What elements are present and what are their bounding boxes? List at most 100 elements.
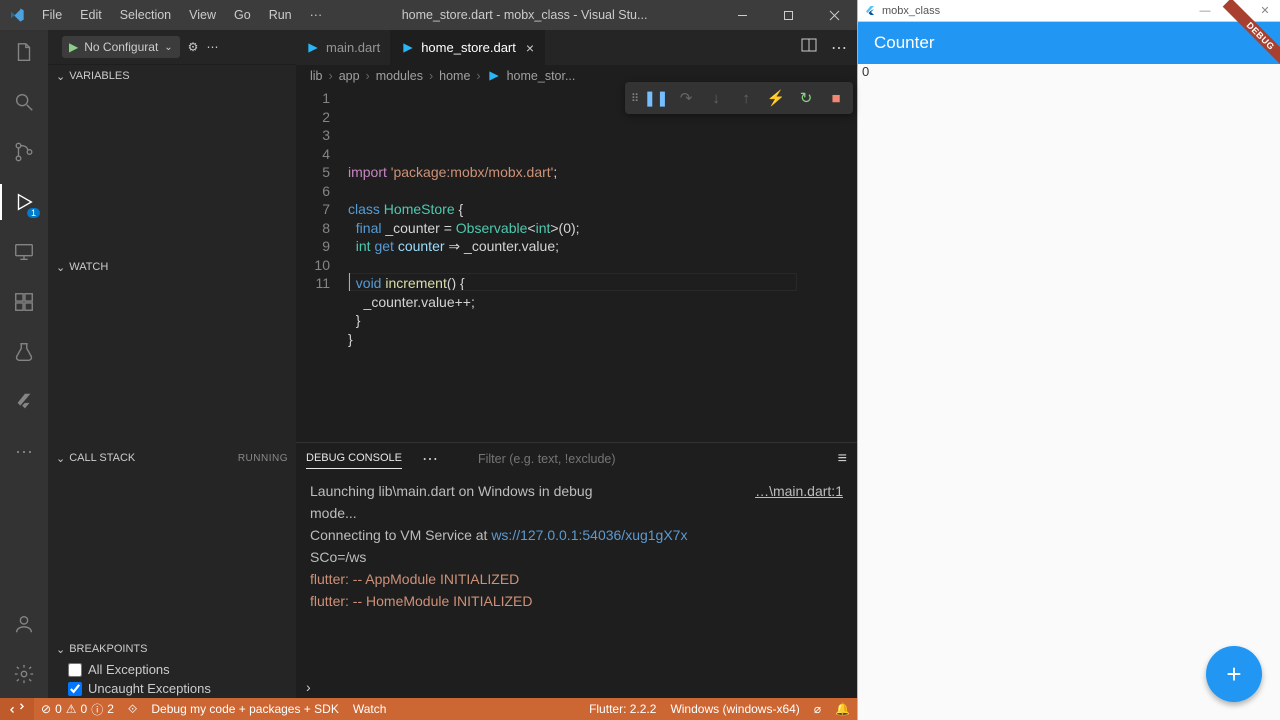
debug-target-icon[interactable]: ⟐ xyxy=(121,702,144,717)
more-actions-icon[interactable]: ⋯ xyxy=(206,40,218,54)
chevron-down-icon: ⌄ xyxy=(56,452,65,465)
increment-fab[interactable]: + xyxy=(1206,646,1262,702)
code-content[interactable]: import 'package:mobx/mobx.dart'; class H… xyxy=(348,87,857,442)
menu-view[interactable]: View xyxy=(181,4,224,26)
plus-icon: + xyxy=(1226,659,1241,690)
menu-go[interactable]: Go xyxy=(226,4,259,26)
run-debug-icon[interactable]: 1 xyxy=(10,188,38,216)
testing-icon[interactable] xyxy=(10,338,38,366)
tab-main-dart[interactable]: main.dart xyxy=(296,30,391,65)
editor-tabs: main.dart home_store.dart × ⋯ xyxy=(296,30,857,65)
platform-status[interactable]: Windows (windows-x64) xyxy=(663,702,806,716)
console-output[interactable]: …\main.dart:1Launching lib\main.dart on … xyxy=(296,474,857,676)
chevron-down-icon: ⌄ xyxy=(56,261,65,274)
bp-uncaught-exceptions[interactable]: Uncaught Exceptions xyxy=(48,679,296,698)
panel-more-icon[interactable]: ⋯ xyxy=(422,449,438,469)
vscode-logo-icon xyxy=(0,7,34,23)
flutter-body: 0 + xyxy=(858,64,1280,720)
flutter-logo-icon xyxy=(864,5,876,17)
watch-section[interactable]: ⌄WATCH xyxy=(48,256,296,278)
maximize-button[interactable] xyxy=(765,0,811,30)
minimize-button[interactable] xyxy=(719,0,765,30)
vscode-window: File Edit Selection View Go Run ··· home… xyxy=(0,0,857,720)
stop-button[interactable]: ■ xyxy=(825,87,847,109)
gear-icon[interactable]: ⚙ xyxy=(188,40,199,54)
menu-edit[interactable]: Edit xyxy=(72,4,110,26)
hot-reload-button[interactable]: ⚡ xyxy=(765,87,787,109)
account-icon[interactable] xyxy=(10,610,38,638)
window-title: home_store.dart - mobx_class - Visual St… xyxy=(330,8,719,22)
feedback-icon[interactable]: ⌀ xyxy=(807,702,828,716)
search-icon[interactable] xyxy=(10,88,38,116)
debug-config-status[interactable]: Debug my code + packages + SDK xyxy=(144,702,345,716)
remote-indicator[interactable] xyxy=(0,698,34,720)
appbar-title: Counter xyxy=(874,33,934,53)
fw-close-button[interactable]: ✕ xyxy=(1250,4,1280,17)
problems-status[interactable]: ⊘0 ⚠0 ⓘ2 xyxy=(34,701,121,718)
menu-more[interactable]: ··· xyxy=(302,4,331,26)
explorer-icon[interactable] xyxy=(10,38,38,66)
flutter-version-status[interactable]: Flutter: 2.2.2 xyxy=(582,702,663,716)
error-icon: ⊘ xyxy=(41,702,51,716)
variables-section[interactable]: ⌄VARIABLES xyxy=(48,65,296,87)
step-over-button[interactable]: ↷ xyxy=(675,87,697,109)
chevron-down-icon: ⌄ xyxy=(56,70,65,83)
console-filter-input[interactable] xyxy=(478,452,812,466)
callstack-section[interactable]: ⌄CALL STACKRUNNING xyxy=(48,447,296,469)
close-button[interactable] xyxy=(811,0,857,30)
breakpoints-section[interactable]: ⌄BREAKPOINTS xyxy=(48,638,296,660)
checkbox[interactable] xyxy=(68,682,82,696)
warning-icon: ⚠ xyxy=(66,702,77,716)
flutter-icon[interactable] xyxy=(10,388,38,416)
dart-file-icon xyxy=(306,41,320,55)
restart-button[interactable]: ↻ xyxy=(795,87,817,109)
info-icon: ⓘ xyxy=(91,701,103,718)
flutter-window-title: mobx_class xyxy=(882,5,940,17)
flutter-window-titlebar: mobx_class — ▢ ✕ xyxy=(858,0,1280,22)
debug-console-tab[interactable]: DEBUG CONSOLE xyxy=(306,448,402,469)
tab-home-store-dart[interactable]: home_store.dart × xyxy=(391,30,545,65)
status-bar: ⊘0 ⚠0 ⓘ2 ⟐ Debug my code + packages + SD… xyxy=(0,698,857,720)
run-config-label: No Configurat xyxy=(84,40,158,54)
play-icon: ▶ xyxy=(69,40,78,54)
dart-file-icon xyxy=(487,69,501,83)
watch-status[interactable]: Watch xyxy=(346,702,394,716)
step-out-button[interactable]: ↑ xyxy=(735,87,757,109)
notifications-icon[interactable]: 🔔 xyxy=(828,702,857,716)
chevron-down-icon: ⌄ xyxy=(56,643,65,656)
close-tab-icon[interactable]: × xyxy=(526,40,534,56)
editor-area: main.dart home_store.dart × ⋯ lib› app› … xyxy=(296,30,857,698)
menu-run[interactable]: Run xyxy=(261,4,300,26)
step-into-button[interactable]: ↓ xyxy=(705,87,727,109)
more-tab-actions-icon[interactable]: ⋯ xyxy=(831,38,847,58)
settings-icon[interactable] xyxy=(10,660,38,688)
code-editor[interactable]: 1234567891011 import 'package:mobx/mobx.… xyxy=(296,87,857,442)
chevron-down-icon: ⌄ xyxy=(164,42,172,53)
remote-explorer-icon[interactable] xyxy=(10,238,38,266)
debug-panel: DEBUG CONSOLE ⋯ ≡ …\main.dart:1Launching… xyxy=(296,442,857,698)
menu-file[interactable]: File xyxy=(34,4,70,26)
source-control-icon[interactable] xyxy=(10,138,38,166)
drag-handle-icon[interactable]: ⠿ xyxy=(631,92,637,105)
menu-selection[interactable]: Selection xyxy=(112,4,179,26)
flutter-appbar: Counter DEBUG xyxy=(858,22,1280,64)
activity-bar: 1 ⋯ xyxy=(0,30,48,698)
bp-all-exceptions[interactable]: All Exceptions xyxy=(48,660,296,679)
debug-toolbar[interactable]: ⠿ ❚❚ ↷ ↓ ↑ ⚡ ↻ ■ xyxy=(625,82,853,114)
run-config-selector[interactable]: ▶ No Configurat ⌄ xyxy=(62,36,180,58)
checkbox[interactable] xyxy=(68,663,82,677)
fw-minimize-button[interactable]: — xyxy=(1190,4,1220,17)
debug-sidebar: ▶ No Configurat ⌄ ⚙ ⋯ ⌄VARIABLES ⌄WATCH … xyxy=(48,30,296,698)
clear-console-icon[interactable]: ≡ xyxy=(838,450,847,468)
pause-button[interactable]: ❚❚ xyxy=(645,87,667,109)
counter-value: 0 xyxy=(862,64,869,79)
console-input-chevron-icon[interactable]: › xyxy=(306,679,311,695)
more-icon[interactable]: ⋯ xyxy=(10,438,38,466)
titlebar: File Edit Selection View Go Run ··· home… xyxy=(0,0,857,30)
split-editor-icon[interactable] xyxy=(801,37,817,58)
flutter-app-window: mobx_class — ▢ ✕ Counter DEBUG 0 + xyxy=(857,0,1280,720)
main-menu: File Edit Selection View Go Run ··· xyxy=(34,4,330,26)
line-gutter: 1234567891011 xyxy=(296,87,348,442)
dart-file-icon xyxy=(401,41,415,55)
extensions-icon[interactable] xyxy=(10,288,38,316)
